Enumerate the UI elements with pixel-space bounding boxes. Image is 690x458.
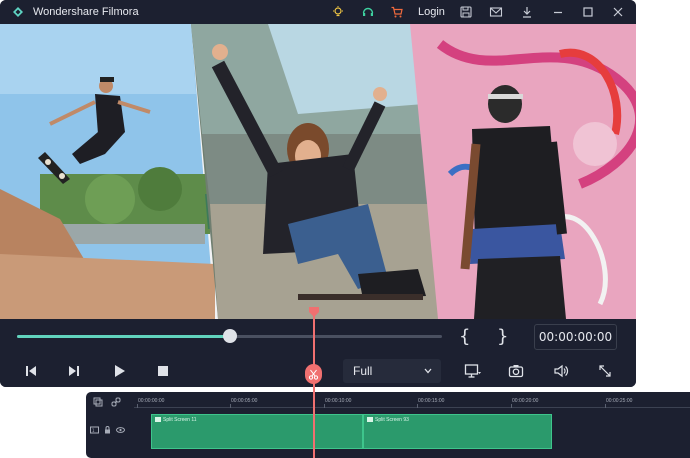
ruler-tick	[137, 404, 138, 408]
video-track-icon: 1	[90, 426, 99, 434]
camera-icon	[508, 365, 524, 378]
timeline-ruler: 00:00:00:00 00:00:05:00 00:00:10:00 00:0…	[86, 392, 690, 410]
app-title: Wondershare Filmora	[33, 6, 139, 18]
ruler-label: 00:00:20:00	[512, 398, 539, 404]
ruler-tick	[511, 404, 512, 408]
ruler-tick	[605, 404, 606, 408]
clip-label: Split Screen 93	[367, 417, 409, 423]
maximize-icon[interactable]	[580, 4, 596, 20]
split-panel-skater	[0, 24, 215, 319]
timecode-display: 00:00:00:00	[534, 324, 617, 350]
quality-select[interactable]: Full	[343, 359, 441, 383]
editor-window: Wondershare Filmora Login {} 00:00:00:0…	[0, 0, 636, 387]
mail-icon[interactable]	[488, 4, 504, 20]
svg-text:1: 1	[92, 428, 95, 433]
step-forward-button[interactable]	[64, 362, 84, 380]
ruler-label: 00:00:10:00	[325, 398, 352, 404]
eye-icon[interactable]	[116, 426, 125, 434]
lock-icon[interactable]	[104, 426, 111, 434]
chevron-down-icon	[424, 368, 432, 374]
close-icon[interactable]	[610, 4, 626, 20]
volume-icon	[554, 364, 569, 378]
volume-button[interactable]	[551, 362, 571, 380]
minimize-icon[interactable]	[550, 4, 566, 20]
progress-track[interactable]	[17, 329, 442, 343]
stop-icon	[158, 366, 168, 376]
timeline-clip[interactable]: Split Screen 93	[363, 414, 552, 449]
save-icon[interactable]	[458, 4, 474, 20]
ruler-tick	[324, 404, 325, 408]
ruler-line	[134, 407, 690, 408]
download-icon[interactable]	[519, 4, 535, 20]
mark-in-button[interactable]: {	[459, 326, 470, 347]
playhead-marker-icon[interactable]	[308, 306, 320, 318]
ruler-tick	[417, 404, 418, 408]
snapshot-button[interactable]	[506, 362, 526, 380]
ruler-label: 00:00:00:00	[138, 398, 165, 404]
filmora-logo-icon	[13, 7, 23, 17]
headset-icon[interactable]	[360, 4, 376, 20]
progress-fill	[17, 335, 230, 338]
step-forward-icon	[69, 366, 79, 376]
play-icon	[115, 365, 125, 377]
scissors-icon	[308, 369, 319, 380]
stop-button[interactable]	[153, 362, 173, 380]
video-track: 1 Split Screen 11 Split Screen 93	[86, 412, 690, 450]
display-button[interactable]	[462, 362, 484, 380]
ruler-label: 00:00:15:00	[418, 398, 445, 404]
ruler-label: 00:00:25:00	[606, 398, 633, 404]
quality-value: Full	[353, 364, 373, 378]
fullscreen-button[interactable]	[595, 362, 615, 380]
expand-icon	[599, 365, 611, 377]
bulb-icon[interactable]	[330, 4, 346, 20]
progress-knob[interactable]	[222, 329, 237, 343]
step-back-button[interactable]	[21, 362, 41, 380]
ruler-label: 00:00:05:00	[231, 398, 258, 404]
preview-canvas	[0, 24, 636, 319]
timeline-clip[interactable]: Split Screen 11	[151, 414, 363, 449]
add-track-icon[interactable]	[93, 397, 103, 407]
timeline-panel: 00:00:00:00 00:00:05:00 00:00:10:00 00:0…	[86, 392, 690, 458]
split-panel-graffiti	[410, 24, 636, 319]
mark-out-button[interactable]: }	[497, 326, 508, 347]
title-bar: Wondershare Filmora Login	[0, 0, 636, 24]
split-clip-button[interactable]	[305, 364, 322, 384]
link-icon[interactable]	[111, 397, 121, 407]
login-link[interactable]: Login	[418, 6, 445, 18]
clip-label: Split Screen 11	[155, 417, 197, 423]
monitor-icon	[464, 364, 481, 378]
track-controls: 1	[90, 425, 130, 435]
step-back-icon	[26, 366, 36, 376]
cart-icon[interactable]	[389, 4, 405, 20]
ruler-tick	[230, 404, 231, 408]
play-button[interactable]	[109, 362, 129, 380]
